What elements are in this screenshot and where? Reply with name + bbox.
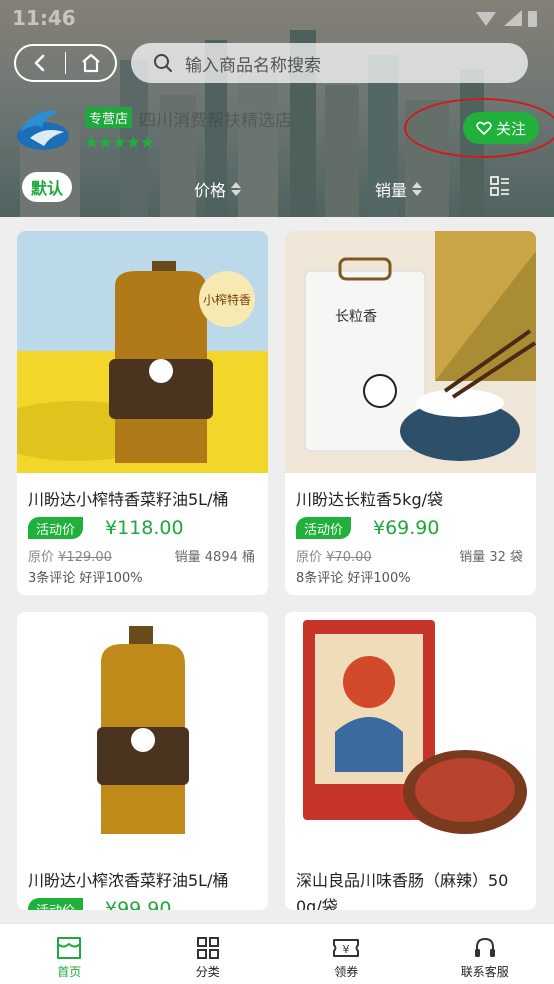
shop-logo-emblem <box>17 110 69 150</box>
sort-bar: 默认 价格 销量 <box>0 168 554 208</box>
svg-text:¥: ¥ <box>343 943 350 956</box>
shop-icon <box>57 937 82 959</box>
review-summary: 3条评论 好评100% <box>28 571 143 586</box>
home-icon <box>81 53 100 73</box>
tab-category-label: 分类 <box>195 965 220 979</box>
back-button[interactable] <box>16 46 65 80</box>
product-image-label: 小榨特香 <box>203 292 251 307</box>
status-icons <box>474 8 540 34</box>
sales-count: 销量 32 袋 <box>459 550 523 565</box>
tab-support-label: 联系客服 <box>460 965 509 979</box>
product-card[interactable]: 川盼达小榨浓香菜籽油5L/桶 活动价 ¥99.90 <box>17 612 268 910</box>
product-title: 深山良品川味香肠（麻辣）50 <box>296 871 509 890</box>
shop-type-badge: 专营店 <box>85 107 133 128</box>
shop-name[interactable]: 四川消费帮扶精选店 <box>139 106 292 131</box>
tab-home[interactable]: 首页 <box>0 924 139 984</box>
star-icon <box>99 136 112 148</box>
status-bar: 11:46 <box>0 0 554 38</box>
promo-tag: 活动价 <box>296 517 352 539</box>
headset-icon <box>474 937 495 957</box>
sort-price-label: 价格 <box>194 181 227 200</box>
product-price: ¥118.00 <box>105 517 184 539</box>
sort-default-tab[interactable]: 默认 <box>22 172 72 202</box>
signal-icon <box>504 10 522 26</box>
star-icon <box>127 136 140 148</box>
back-arrow-icon <box>34 54 45 72</box>
list-layout-icon <box>490 176 509 196</box>
layout-toggle-button[interactable] <box>490 176 510 200</box>
shop-logo[interactable] <box>14 102 72 154</box>
star-icon <box>113 136 126 148</box>
product-price: ¥99.90 <box>105 898 172 910</box>
sort-arrows-icon <box>231 182 242 196</box>
bottom-tab-bar: 首页 分类 ¥ 领券 联系客服 <box>0 923 554 984</box>
product-image-rice: 长粒香 <box>285 231 536 473</box>
product-card[interactable]: 小榨特香 川盼达小榨特香菜籽油5L/桶 活动价 ¥118.00 原价 ¥129.… <box>17 231 268 595</box>
tab-support[interactable]: 联系客服 <box>416 924 554 984</box>
product-image-label: 长粒香 <box>335 309 377 325</box>
tab-category[interactable]: 分类 <box>139 924 278 984</box>
grid-icon <box>196 937 219 959</box>
search-icon <box>154 54 172 72</box>
promo-tag: 活动价 <box>28 517 84 539</box>
sort-arrows-icon <box>412 182 423 196</box>
product-title: 川盼达小榨特香菜籽油5L/桶 <box>28 490 229 509</box>
promo-tag: 活动价 <box>28 898 84 910</box>
star-icon <box>85 136 98 148</box>
home-button[interactable] <box>66 46 115 80</box>
tab-coupon[interactable]: ¥ 领券 <box>277 924 416 984</box>
shop-rating <box>85 136 154 149</box>
original-price: 原价 ¥70.00 <box>296 550 372 565</box>
nav-pill <box>14 44 117 82</box>
search-input[interactable]: 输入商品名称搜索 <box>131 43 528 83</box>
review-summary: 8条评论 好评100% <box>296 571 411 586</box>
annotation-circle <box>404 98 554 158</box>
tab-coupon-label: 领券 <box>334 965 359 979</box>
product-image-sausage <box>285 612 536 854</box>
product-price: ¥69.90 <box>373 517 440 539</box>
wifi-icon <box>476 12 496 26</box>
original-price: 原价 ¥129.00 <box>28 550 112 565</box>
status-time: 11:46 <box>12 6 76 30</box>
sort-sales-label: 销量 <box>375 181 408 200</box>
product-title: 川盼达小榨浓香菜籽油5L/桶 <box>28 871 229 890</box>
product-card[interactable]: 深山良品川味香肠（麻辣）50 0g/袋 <box>285 612 536 910</box>
battery-icon <box>528 11 537 27</box>
product-title-line2: 0g/袋 <box>296 897 338 910</box>
tab-home-label: 首页 <box>57 965 82 979</box>
search-placeholder: 输入商品名称搜索 <box>185 55 321 76</box>
coupon-icon: ¥ <box>333 939 360 957</box>
sales-count: 销量 4894 桶 <box>174 550 255 565</box>
product-image-oil <box>17 612 268 854</box>
sort-price-tab[interactable]: 价格 <box>194 177 242 201</box>
product-title: 川盼达长粒香5kg/袋 <box>296 490 443 509</box>
product-card[interactable]: 长粒香 川盼达长粒香5kg/袋 活动价 ¥69.90 原价 ¥70.00 销量 … <box>285 231 536 595</box>
product-image-oil: 小榨特香 <box>17 231 268 473</box>
sort-sales-tab[interactable]: 销量 <box>375 177 423 201</box>
star-icon <box>141 136 154 148</box>
